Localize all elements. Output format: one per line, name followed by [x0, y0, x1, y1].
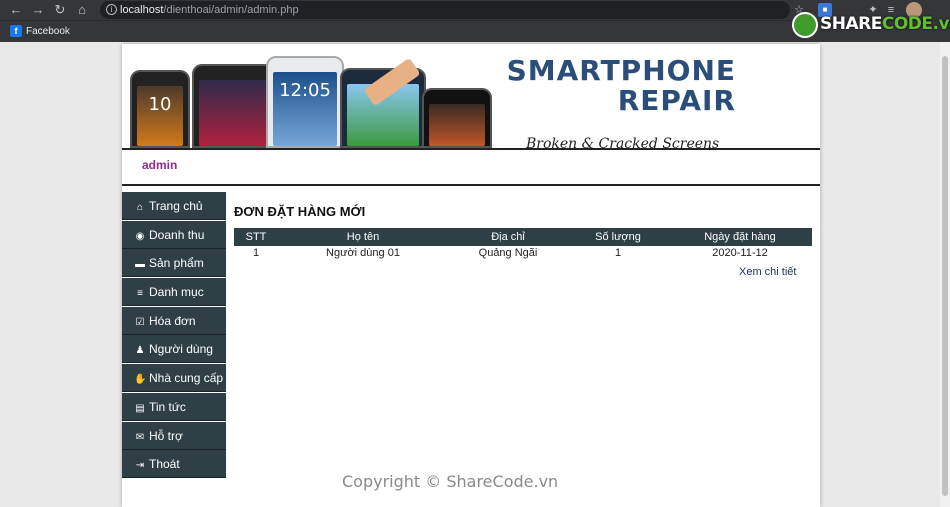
- username-label[interactable]: admin: [142, 158, 177, 172]
- reload-icon[interactable]: ↻: [52, 2, 68, 18]
- sidebar-item-doanh-thu[interactable]: ◉ Doanh thu: [122, 220, 226, 249]
- cell-name: Người dùng 01: [326, 247, 400, 259]
- sidebar-item-trang-chu[interactable]: ⌂ Trang chủ: [122, 192, 226, 220]
- logout-icon: ⇥: [135, 460, 145, 472]
- banner-subtitle: Broken & Cracked Screens: [526, 136, 720, 150]
- url-host: localhost: [120, 4, 164, 16]
- sidebar-item-nguoi-dung[interactable]: ♟ Người dùng: [122, 335, 226, 364]
- column-header: Ngày đặt hàng: [668, 228, 812, 246]
- list-icon: ≡: [137, 288, 143, 300]
- table-header-row: STT Họ tên Địa chỉ Số lượng Ngày đặt hàn…: [234, 228, 812, 246]
- mail-icon: ✉: [135, 431, 145, 443]
- column-header: Số lượng: [568, 228, 668, 246]
- sidebar-item-nha-cung-cap[interactable]: ✋ Nhà cung cấp: [122, 364, 226, 393]
- sidebar-item-danh-muc[interactable]: ≡ Danh mục: [122, 278, 226, 307]
- admin-page: 10 12:05 SMARTPHONE REPAIR Broken & Crac…: [122, 44, 820, 507]
- cell-qty: 1: [614, 247, 622, 259]
- sidebar-menu: ⌂ Trang chủ ◉ Doanh thu ▬ Sản phẩm ≡ Danh mụ…: [122, 192, 226, 479]
- sharecode-badge-icon: [792, 12, 818, 38]
- user-icon: ♟: [135, 345, 145, 357]
- user-bar: admin: [122, 150, 820, 186]
- forward-arrow-icon[interactable]: →: [30, 2, 46, 18]
- sidebar-item-ho-tro[interactable]: ✉ Hỗ trợ: [122, 421, 226, 450]
- cell-date: 2020-11-12: [712, 247, 768, 259]
- scrollbar[interactable]: [940, 42, 950, 507]
- column-header: Địa chỉ: [448, 228, 568, 246]
- handshake-icon: ✋: [134, 374, 147, 386]
- phone-image: 12:05: [266, 56, 344, 148]
- address-bar[interactable]: i localhost/dienthoai/admin/admin.php: [100, 1, 790, 19]
- sidebar-item-hoa-don[interactable]: ☑ Hóa đơn: [122, 306, 226, 335]
- facebook-icon: f: [10, 25, 22, 38]
- news-icon: ▤: [135, 402, 145, 414]
- orders-table: STT Họ tên Địa chỉ Số lượng Ngày đặt hàn…: [234, 228, 812, 260]
- view-detail-link[interactable]: Xem chi tiết: [739, 266, 796, 278]
- home-browser-icon[interactable]: ⌂: [74, 2, 90, 18]
- sidebar-item-tin-tuc[interactable]: ▤ Tin tức: [122, 392, 226, 421]
- home-icon: ⌂: [136, 202, 144, 213]
- back-arrow-icon[interactable]: ←: [8, 2, 24, 18]
- sidebar-item-san-pham[interactable]: ▬ Sản phẩm: [122, 249, 226, 278]
- sharecode-watermark-logo: SHARECODE.vn: [792, 10, 950, 44]
- copyright-watermark: Copyright © ShareCode.vn: [342, 472, 559, 491]
- cell-stt: 1: [252, 247, 260, 259]
- box-icon: ▬: [135, 259, 145, 271]
- banner-title: SMARTPHONE REPAIR: [506, 54, 736, 117]
- bookmark-facebook[interactable]: f Facebook: [10, 24, 70, 40]
- sidebar-item-thoat[interactable]: ⇥ Thoát: [122, 450, 226, 479]
- column-header: Họ tên: [278, 228, 448, 246]
- table-row: 1 Người dùng 01 Quảng Ngãi 1 2020-11-12: [234, 246, 812, 260]
- info-icon[interactable]: i: [106, 4, 117, 15]
- phone-image: 10: [130, 70, 190, 148]
- column-header: STT: [234, 228, 278, 246]
- money-icon: ◉: [135, 230, 145, 242]
- scrollbar-thumb[interactable]: [942, 56, 948, 496]
- header-banner: 10 12:05 SMARTPHONE REPAIR Broken & Crac…: [122, 44, 820, 150]
- page-title: ĐƠN ĐẶT HÀNG MỚI: [234, 204, 366, 219]
- invoice-icon: ☑: [135, 316, 145, 328]
- cell-address: Quảng Ngãi: [478, 247, 538, 259]
- page-viewport: 10 12:05 SMARTPHONE REPAIR Broken & Crac…: [0, 42, 950, 507]
- url-path: /dienthoai/admin/admin.php: [163, 4, 299, 16]
